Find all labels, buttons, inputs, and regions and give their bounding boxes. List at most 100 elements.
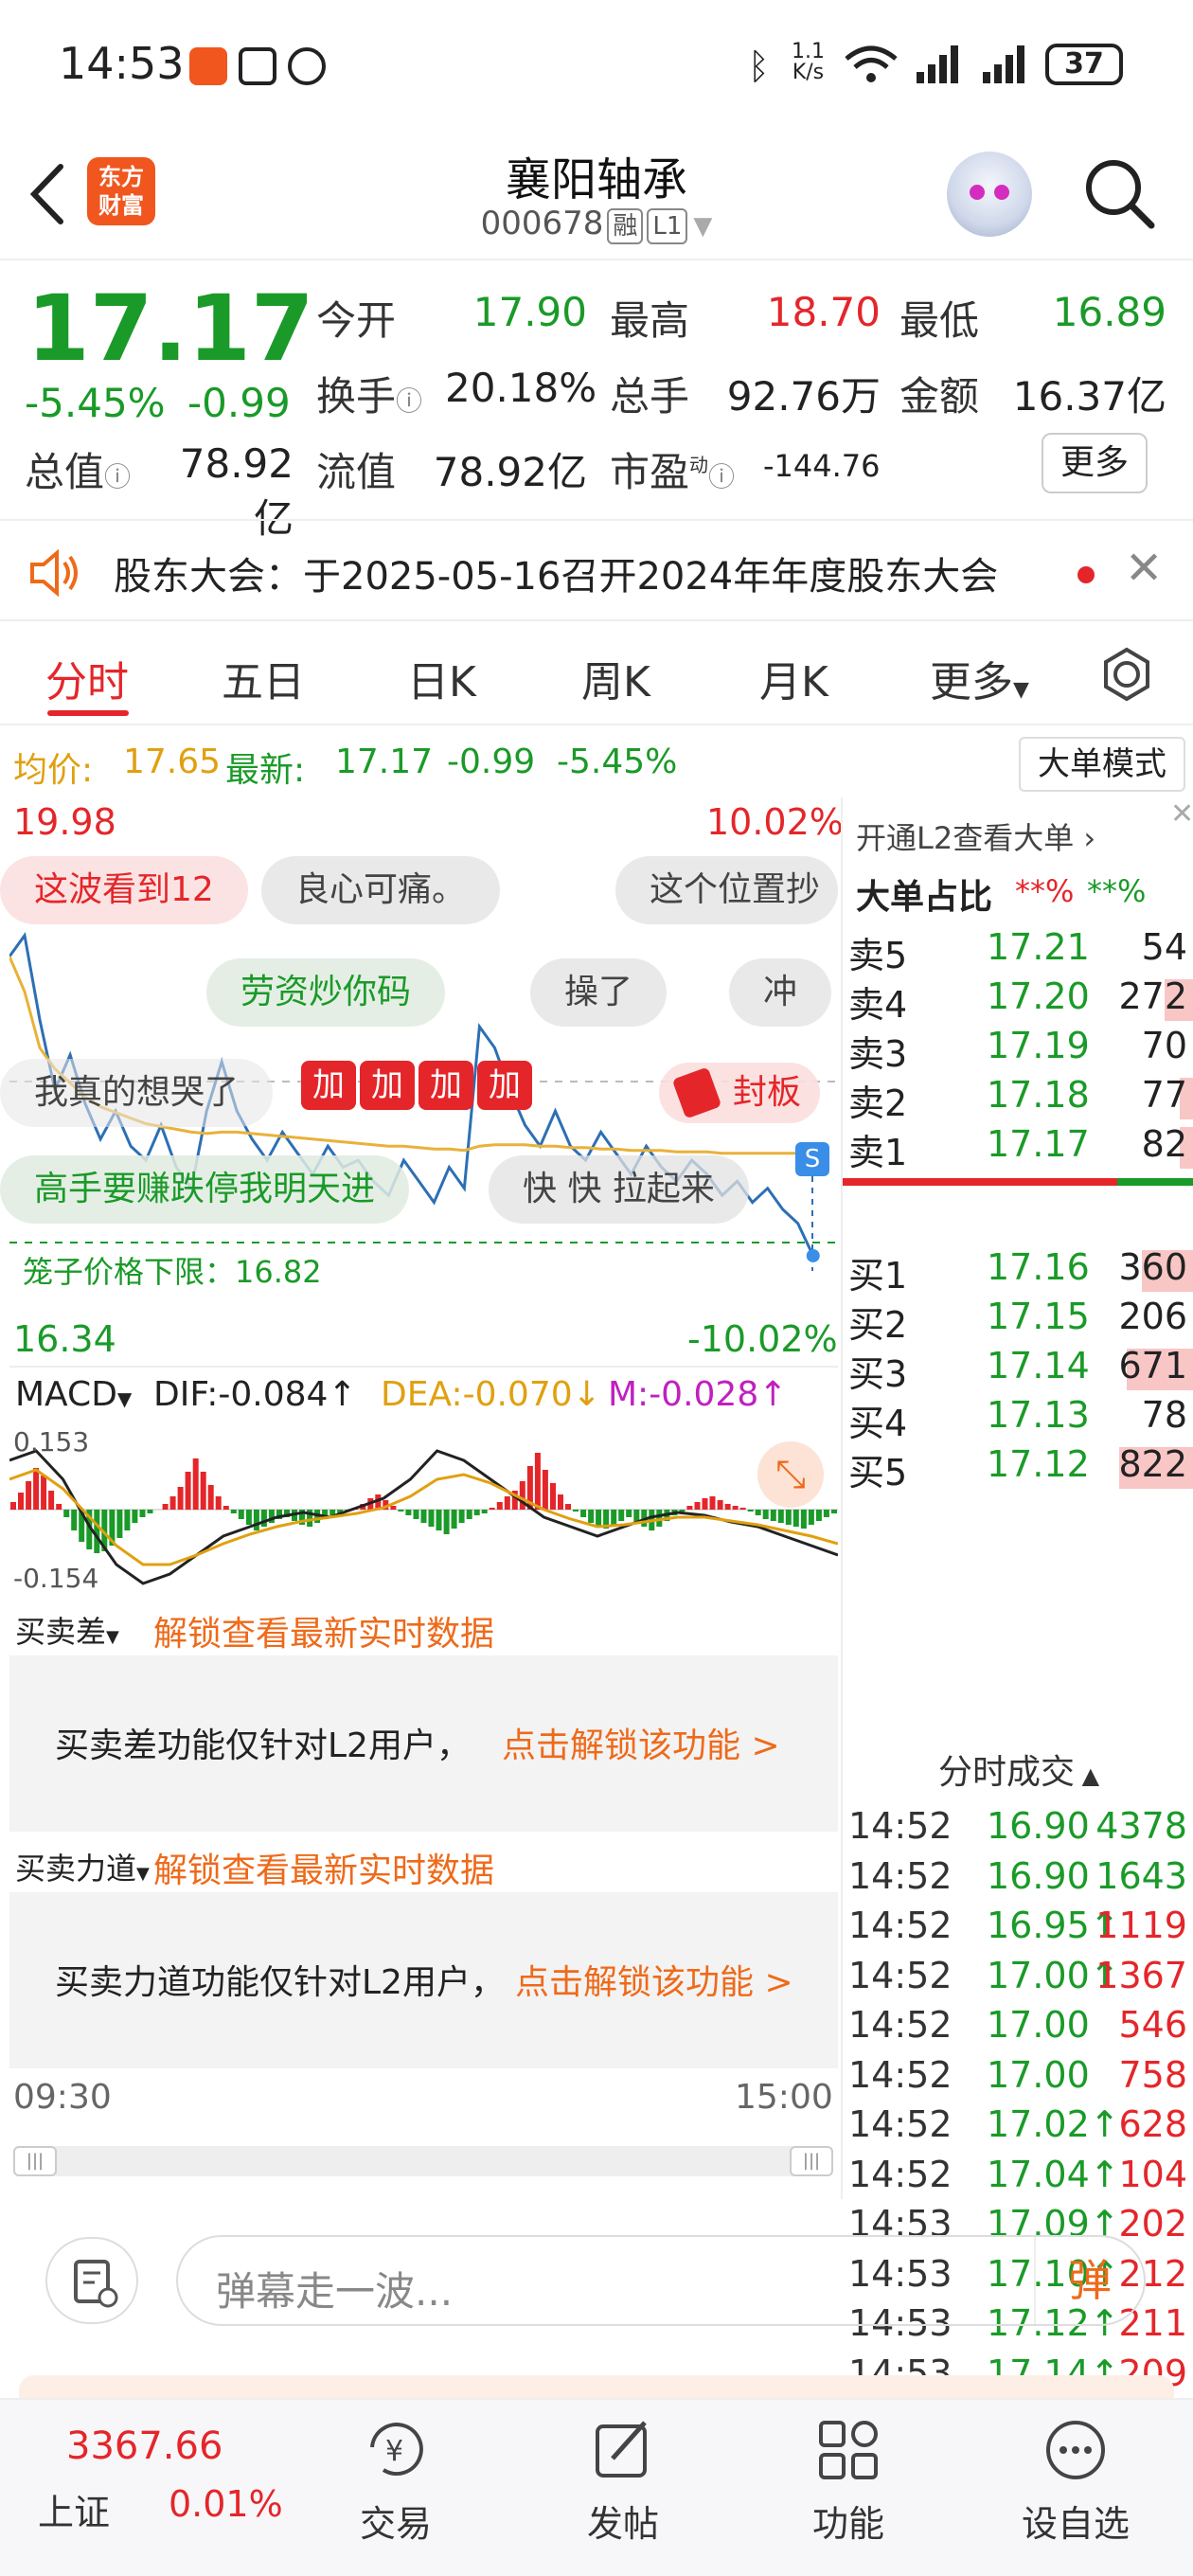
range-handle-right[interactable]: |||: [790, 2146, 833, 2176]
order-book-vol: 78: [1141, 1394, 1187, 1436]
order-book-row[interactable]: 卖4 17.20 272: [843, 975, 1193, 1026]
trades-title: 分时成交: [937, 1753, 1075, 1792]
pe-label[interactable]: 市盈动ⓘ: [610, 440, 735, 498]
nav-add-watchlist[interactable]: 设自选: [981, 2417, 1170, 2547]
robot-assistant-icon[interactable]: [947, 152, 1032, 237]
danmu-bubble[interactable]: 良心可痛。: [261, 856, 501, 924]
order-book-vol: 822: [1118, 1443, 1187, 1485]
time-range-scrollbar[interactable]: ||| |||: [13, 2146, 833, 2176]
order-book-row[interactable]: 卖2 17.18 77: [843, 1074, 1193, 1124]
close-icon[interactable]: ✕: [1125, 542, 1163, 595]
macd-select[interactable]: MACD▼: [15, 1375, 132, 1414]
trade-price: 16.90: [987, 1805, 1090, 1847]
order-book-name: 卖4: [848, 984, 908, 1026]
order-book-row[interactable]: 买1 17.16 360: [843, 1246, 1193, 1297]
amount-label: 金额: [899, 373, 980, 420]
order-book-row[interactable]: 卖5 17.21 54: [843, 926, 1193, 976]
stock-code: 000678: [480, 205, 604, 242]
macd-bar: [762, 1510, 769, 1519]
intraday-chart[interactable]: 19.98 10.02% 16.34 -10.02% 笼子价格下限：16.82 …: [0, 797, 844, 2176]
turnover-value: 20.18%: [445, 365, 597, 411]
danmu-bubble[interactable]: 冲: [729, 958, 832, 1027]
tab-weekly-k[interactable]: 周K: [581, 648, 650, 708]
trade-time: 14:52: [848, 2103, 953, 2145]
panel-2-locked[interactable]: 买卖力道功能仅针对L2用户， 点击解锁该功能 >: [9, 1892, 838, 2068]
send-danmu-button[interactable]: 弹: [1034, 2237, 1144, 2324]
nav-functions[interactable]: 功能: [754, 2417, 943, 2547]
danmu-input[interactable]: 弹幕走一波... 弹: [176, 2235, 1146, 2326]
macd-bar: [63, 1510, 70, 1517]
danmu-settings-icon[interactable]: [45, 2237, 138, 2324]
macd-bottom-label: -0.154: [13, 1563, 99, 1594]
notice-bar[interactable]: 股东大会：于2025-05-16召开2024年年度股东大会 ✕: [0, 519, 1193, 621]
tab-five-day[interactable]: 五日: [222, 648, 305, 708]
macd-bar: [831, 1510, 837, 1513]
buy-sell-force-select[interactable]: 买卖力道▼: [15, 1845, 150, 1888]
trade-volume: 1367: [1095, 1954, 1187, 1996]
order-book-row[interactable]: 买3 17.14 671: [843, 1345, 1193, 1395]
trades-header[interactable]: 分时成交 ▲: [843, 1744, 1193, 1794]
seal-board-button[interactable]: 封板: [659, 1063, 820, 1123]
order-book-price: 17.20: [987, 975, 1090, 1017]
macd-bar: [443, 1510, 450, 1534]
danmu-bubble[interactable]: 劳资炒你码: [206, 958, 446, 1027]
gear-icon[interactable]: [1098, 646, 1155, 703]
order-book-row[interactable]: 买2 17.15 206: [843, 1296, 1193, 1346]
nav-post[interactable]: 发帖: [528, 2417, 718, 2547]
danmu-bubble[interactable]: 这个位置抄: [615, 856, 838, 924]
tab-more[interactable]: 更多▼: [930, 648, 1029, 708]
danmu-bubble[interactable]: 我真的想哭了: [0, 1059, 274, 1127]
danmu-bubble[interactable]: 快 快 拉起来: [489, 1155, 749, 1224]
panel-2-unlock-link[interactable]: 点击解锁该功能 >: [515, 1955, 793, 2004]
turnover-label[interactable]: 换手ⓘ: [316, 365, 422, 422]
order-book-row[interactable]: 买4 17.13 78: [843, 1394, 1193, 1444]
danmu-bubble[interactable]: 高手要赚跌停我明天进: [0, 1155, 410, 1224]
panel-1-locked[interactable]: 买卖差功能仅针对L2用户， 点击解锁该功能 >: [9, 1655, 838, 1832]
panel-2-unlock-hint[interactable]: 解锁查看最新实时数据: [153, 1843, 494, 1892]
macd-bar: [48, 1491, 55, 1510]
s-badge[interactable]: S: [795, 1142, 829, 1176]
macd-bar: [777, 1510, 784, 1523]
tab-monthly-k[interactable]: 月K: [759, 648, 828, 708]
trade-volume: 758: [1118, 2053, 1187, 2096]
more-button[interactable]: 更多: [1042, 433, 1148, 493]
danmu-bubble[interactable]: 操了: [530, 958, 668, 1027]
order-book-row[interactable]: 买5 17.12 822: [843, 1443, 1193, 1494]
nav-trade[interactable]: ¥ 交易: [301, 2417, 490, 2547]
end-time-label: 15:00: [735, 2078, 833, 2117]
open-l2-link[interactable]: 开通L2查看大单 ›: [856, 814, 1095, 858]
firecracker-icon: [671, 1066, 722, 1119]
alarm-icon: [288, 47, 326, 85]
danmu-bubble[interactable]: 这波看到12: [0, 856, 248, 924]
battery-level: 37: [1064, 47, 1104, 80]
buy-sell-diff-select[interactable]: 买卖差▼: [15, 1608, 119, 1652]
big-order-mode-button[interactable]: 大单模式: [1019, 737, 1185, 792]
svg-text:¥: ¥: [385, 2435, 403, 2468]
tab-intraday[interactable]: 分时: [45, 648, 129, 708]
range-handle-left[interactable]: |||: [13, 2146, 57, 2176]
macd-bar: [420, 1510, 427, 1523]
close-icon[interactable]: ✕: [1170, 797, 1193, 831]
grid-icon: [819, 2421, 878, 2479]
search-icon[interactable]: [1081, 155, 1157, 231]
chevron-down-icon: ▼: [693, 212, 713, 241]
mktcap-label[interactable]: 总值ⓘ: [25, 440, 131, 498]
panel-1-unlock-hint[interactable]: 解锁查看最新实时数据: [153, 1606, 494, 1655]
macd-bar: [215, 1496, 222, 1510]
panel-1-unlock-link[interactable]: 点击解锁该功能 >: [502, 1718, 780, 1767]
macd-bar: [489, 1508, 495, 1510]
macd-bar: [611, 1510, 617, 1525]
signal-icon-1: [917, 45, 958, 83]
macd-bar: [573, 1510, 579, 1512]
latest-label: 最新:: [225, 751, 306, 790]
panel-2-message: 买卖力道功能仅针对L2用户，: [55, 1963, 505, 2002]
trade-row: 14:52 17.00 758: [843, 2054, 1193, 2103]
macd-bar: [230, 1510, 237, 1513]
start-time-label: 09:30: [13, 2078, 112, 2117]
macd-chart-svg[interactable]: [9, 1422, 838, 1597]
speaker-icon: [30, 549, 78, 597]
order-book-row[interactable]: 卖3 17.19 70: [843, 1025, 1193, 1075]
expand-icon[interactable]: ⤡: [757, 1441, 824, 1508]
order-book-row[interactable]: 卖1 17.17 82: [843, 1123, 1193, 1173]
tab-daily-k[interactable]: 日K: [407, 648, 476, 708]
